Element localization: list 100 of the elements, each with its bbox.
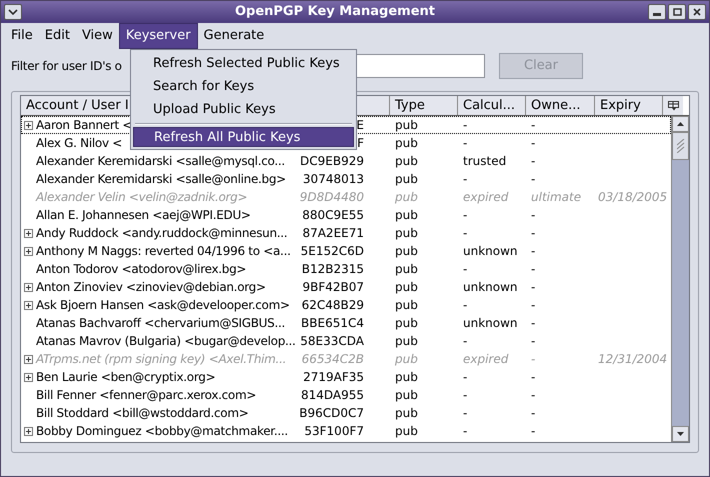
type-text: pub xyxy=(395,388,418,402)
key-id-text: 62C48B29 xyxy=(302,297,364,314)
type-text: pub xyxy=(395,244,418,258)
key-id-text: BBE651C4 xyxy=(301,315,364,332)
menu-item[interactable]: File xyxy=(5,23,39,49)
user-id-text: Bill Stoddard <bill@wstoddard.com> xyxy=(36,405,248,422)
owner-trust-text: - xyxy=(531,136,536,150)
calculated-trust-text: - xyxy=(463,334,468,348)
window-title: OpenPGP Key Management xyxy=(234,3,436,22)
user-id-text: Anton Todorov <atodorov@lirex.bg> xyxy=(36,261,246,278)
key-id-text: 53F100F7 xyxy=(304,423,364,440)
key-id-text: 87A2EE71 xyxy=(302,225,364,242)
calculated-trust-text: - xyxy=(463,388,468,402)
owner-trust-text: - xyxy=(531,172,536,186)
type-text: pub xyxy=(395,316,418,330)
type-text: pub xyxy=(395,352,418,366)
expand-icon[interactable] xyxy=(24,354,32,364)
owner-trust-text: - xyxy=(531,352,536,366)
column-header[interactable]: Owne... xyxy=(526,96,595,115)
key-id-text: 814DA955 xyxy=(300,387,364,404)
chevron-down-icon xyxy=(8,9,18,15)
calculated-trust-text: - xyxy=(463,136,468,150)
menu-item[interactable]: Edit xyxy=(38,23,76,49)
column-header[interactable]: Expiry xyxy=(595,96,663,115)
type-text: pub xyxy=(395,208,418,222)
key-id-text: B96CD0C7 xyxy=(299,405,364,422)
owner-trust-text: ultimate xyxy=(531,190,582,204)
user-id-text: Bobby Dominguez <bobby@matchmaker.... xyxy=(36,423,288,440)
user-id-text: Andy Ruddock <andy.ruddock@minnesun... xyxy=(36,225,288,242)
close-button[interactable] xyxy=(688,4,706,20)
expand-icon[interactable] xyxy=(24,372,32,382)
user-id-text: Atanas Bachvaroff <chervarium@SIGBUS... xyxy=(36,315,286,332)
menu-item[interactable]: View xyxy=(76,23,119,49)
expand-icon[interactable] xyxy=(24,246,32,256)
key-id-text: B12B2315 xyxy=(302,261,364,278)
owner-trust-text: - xyxy=(531,154,536,168)
owner-trust-text: - xyxy=(531,316,536,330)
menu-entry[interactable]: Refresh All Public Keys xyxy=(133,127,354,147)
type-text: pub xyxy=(395,136,418,150)
user-id-text: Alexander Keremidarski <salle@online.bg> xyxy=(36,171,286,188)
owner-trust-text: - xyxy=(531,208,536,222)
column-header[interactable]: Calcul... xyxy=(458,96,526,115)
calculated-trust-text: - xyxy=(463,172,468,186)
key-id-text: 58E33CDA xyxy=(300,333,364,350)
maximize-icon xyxy=(672,8,682,16)
expand-icon[interactable] xyxy=(24,282,32,292)
owner-trust-text: - xyxy=(531,226,536,240)
menu-item[interactable]: Generate xyxy=(198,23,270,49)
calculated-trust-text: - xyxy=(463,424,468,438)
user-id-text: ATrpms.net (rpm signing key) <Axel.Thim... xyxy=(36,351,286,368)
user-id-text: Atanas Mavrov (Bulgaria) <bugar@develop... xyxy=(36,333,296,350)
user-id-text: Ben Laurie <ben@cryptix.org> xyxy=(36,369,216,386)
user-id-text: Bill Fenner <fenner@parc.xerox.com> xyxy=(36,387,256,404)
close-icon xyxy=(693,8,701,16)
minimize-button[interactable] xyxy=(648,4,666,20)
owner-trust-text: - xyxy=(531,298,536,312)
calculated-trust-text: trusted xyxy=(463,154,506,168)
key-id-text: 880C9E55 xyxy=(302,207,364,224)
column-picker-button[interactable] xyxy=(663,96,683,115)
user-id-text: Alexander Keremidarski <salle@mysql.co... xyxy=(36,153,285,170)
owner-trust-text: - xyxy=(531,244,536,258)
calculated-trust-text: - xyxy=(463,226,468,240)
key-id-text: 9BF42B07 xyxy=(302,279,364,296)
menu-entry[interactable]: Refresh Selected Public Keys xyxy=(131,52,356,75)
maximize-button[interactable] xyxy=(668,4,686,20)
type-text: pub xyxy=(395,334,418,348)
expand-icon[interactable] xyxy=(24,120,32,130)
expand-icon[interactable] xyxy=(24,300,32,310)
type-text: pub xyxy=(395,370,418,384)
type-text: pub xyxy=(395,172,418,186)
calculated-trust-text: unknown xyxy=(463,244,518,258)
type-text: pub xyxy=(395,280,418,294)
key-id-text: 66534C2B xyxy=(302,351,364,368)
scrollbar-thumb[interactable] xyxy=(672,132,689,160)
type-text: pub xyxy=(395,262,418,276)
type-text: pub xyxy=(395,190,418,204)
menu-entry[interactable]: Search for Keys xyxy=(131,75,356,98)
type-text: pub xyxy=(395,118,418,132)
user-id-text: Anton Zinoviev <zinoviev@debian.org> xyxy=(36,279,266,296)
window-menu-button[interactable] xyxy=(4,4,22,20)
calculated-trust-text: - xyxy=(463,406,468,420)
user-id-text: Alexander Velin <velin@zadnik.org> xyxy=(36,189,248,206)
expand-icon[interactable] xyxy=(24,228,32,238)
column-header[interactable]: Type xyxy=(390,96,458,115)
type-text: pub xyxy=(395,154,418,168)
expiry-text: 03/18/2005 xyxy=(598,190,668,204)
calculated-trust-text: - xyxy=(463,262,468,276)
expiry-text: 12/31/2004 xyxy=(598,352,668,366)
filter-label: Filter for user ID's o xyxy=(11,58,122,75)
calculated-trust-text: - xyxy=(463,298,468,312)
minimize-icon xyxy=(653,13,661,16)
menu-entry[interactable]: Upload Public Keys xyxy=(131,98,356,121)
menu-item[interactable]: Keyserver xyxy=(118,23,198,49)
calculated-trust-text: - xyxy=(463,118,468,132)
user-id-text: Alex G. Nilov < xyxy=(36,135,122,152)
type-text: pub xyxy=(395,406,418,420)
key-id-text: 2719AF35 xyxy=(303,369,364,386)
expand-icon[interactable] xyxy=(24,426,32,436)
owner-trust-text: - xyxy=(531,370,536,384)
scrollbar[interactable] xyxy=(671,116,689,442)
